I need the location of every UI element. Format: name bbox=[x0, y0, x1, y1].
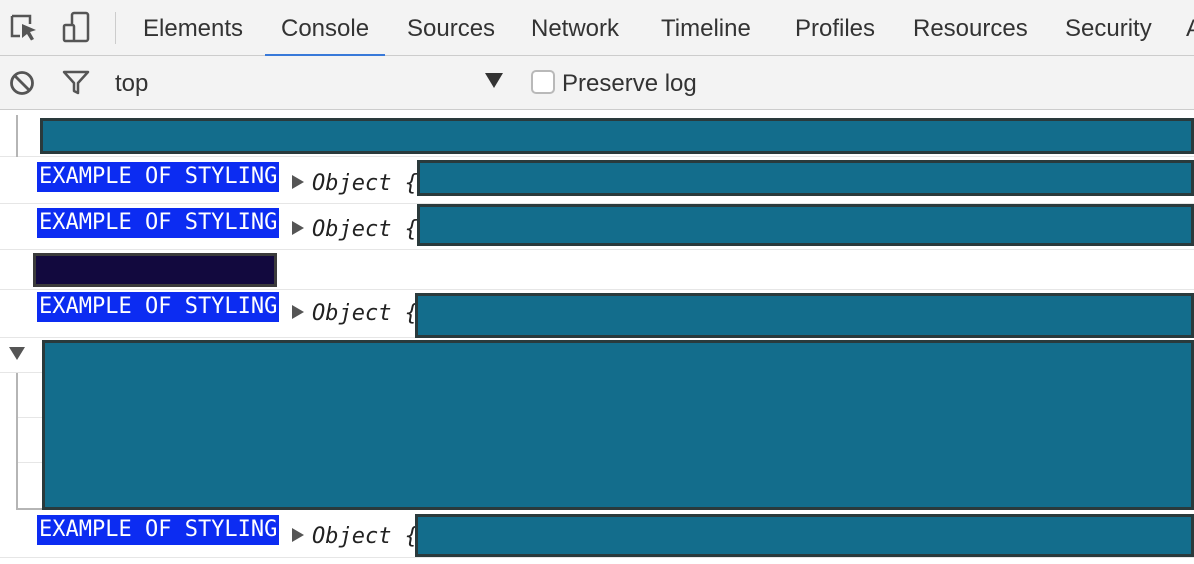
styled-label: EXAMPLE OF STYLING bbox=[37, 292, 280, 322]
filter-icon[interactable] bbox=[56, 65, 96, 101]
group-indent-line bbox=[16, 115, 18, 157]
preserve-log-checkbox[interactable] bbox=[531, 70, 555, 94]
tab-timeline[interactable]: Timeline bbox=[661, 0, 751, 56]
redacted-block bbox=[417, 204, 1194, 246]
console-message[interactable]: EXAMPLE OF STYLING Object { bbox=[0, 290, 1194, 338]
expand-object-icon[interactable] bbox=[292, 528, 304, 542]
tab-network[interactable]: Network bbox=[531, 0, 619, 56]
styled-label: EXAMPLE OF STYLING bbox=[37, 162, 280, 192]
redacted-block-dark bbox=[33, 253, 277, 287]
console-message[interactable]: EXAMPLE OF STYLING Object { bbox=[0, 204, 1194, 250]
expand-object-icon[interactable] bbox=[292, 175, 304, 189]
tab-overflow-indicator[interactable]: A bbox=[1186, 0, 1194, 56]
expand-object-icon[interactable] bbox=[292, 305, 304, 319]
group-indent-end bbox=[16, 508, 42, 510]
tab-console[interactable]: Console bbox=[264, 0, 386, 57]
tab-profiles[interactable]: Profiles bbox=[795, 0, 875, 56]
redacted-block bbox=[415, 293, 1194, 338]
tab-resources[interactable]: Resources bbox=[913, 0, 1028, 56]
console-message-group bbox=[0, 110, 1194, 157]
console-toolbar: top Preserve log bbox=[0, 56, 1194, 110]
context-selector[interactable]: top bbox=[115, 56, 148, 110]
console-message bbox=[0, 250, 1194, 290]
redacted-block bbox=[42, 340, 1194, 510]
redacted-block bbox=[415, 514, 1194, 557]
device-mode-icon[interactable] bbox=[56, 10, 96, 46]
styled-label: EXAMPLE OF STYLING bbox=[37, 208, 280, 238]
tab-elements[interactable]: Elements bbox=[143, 0, 243, 56]
styled-label: EXAMPLE OF STYLING bbox=[37, 515, 280, 545]
preserve-log-label[interactable]: Preserve log bbox=[562, 56, 697, 110]
object-preview[interactable]: Object { bbox=[312, 299, 418, 329]
tab-sources[interactable]: Sources bbox=[407, 0, 495, 56]
tab-security[interactable]: Security bbox=[1065, 0, 1152, 56]
dropdown-arrow-icon[interactable] bbox=[485, 73, 503, 88]
object-preview[interactable]: Object { bbox=[312, 522, 418, 552]
redacted-block bbox=[40, 118, 1194, 154]
inspect-element-icon[interactable] bbox=[4, 10, 44, 46]
object-preview[interactable]: Object { bbox=[312, 169, 418, 199]
object-preview[interactable]: Object { bbox=[312, 215, 418, 245]
console-message[interactable]: EXAMPLE OF STYLING Object { bbox=[0, 512, 1194, 558]
toolbar-separator bbox=[115, 12, 116, 44]
clear-console-icon[interactable] bbox=[2, 65, 42, 101]
console-message[interactable]: EXAMPLE OF STYLING Object { bbox=[0, 157, 1194, 204]
expand-object-icon[interactable] bbox=[292, 221, 304, 235]
redacted-block bbox=[417, 160, 1194, 196]
devtools-tab-bar: Elements Console Sources Network Timelin… bbox=[0, 0, 1194, 57]
